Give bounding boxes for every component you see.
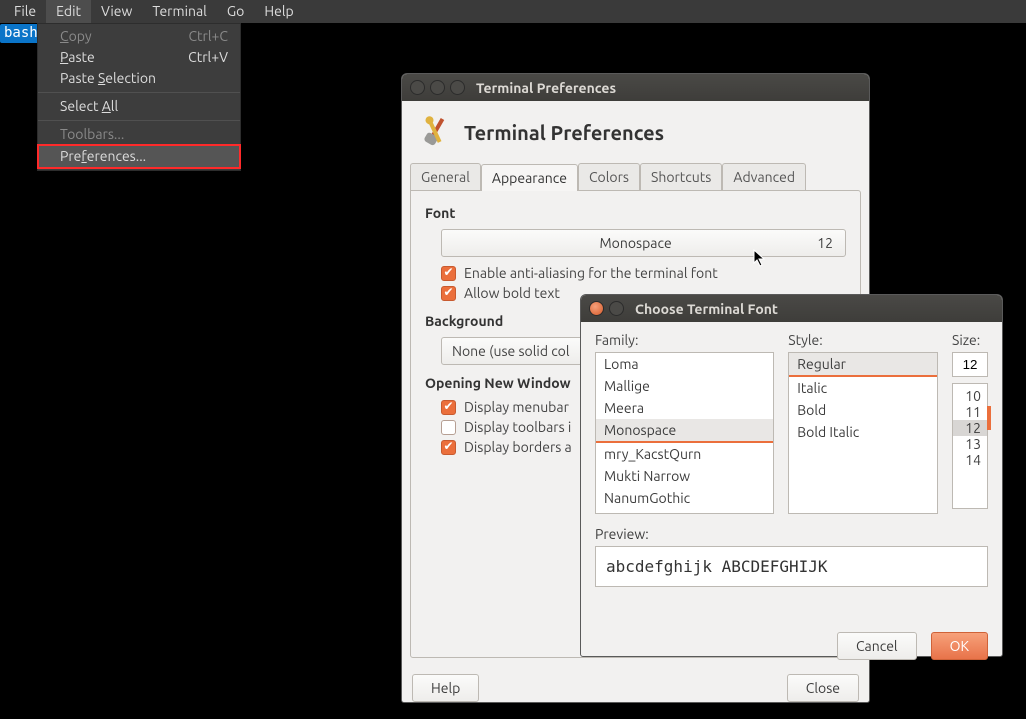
size-label: Size: xyxy=(952,332,988,348)
menu-terminal[interactable]: Terminal xyxy=(142,0,217,23)
size-item[interactable]: 11 xyxy=(953,404,987,420)
size-item[interactable]: 14 xyxy=(953,452,987,468)
display-menubar-checkbox[interactable] xyxy=(441,400,456,415)
anti-aliasing-checkbox[interactable] xyxy=(441,266,456,281)
window-close-icon[interactable] xyxy=(589,301,604,316)
menu-item-toolbars: Toolbars... xyxy=(38,124,240,145)
anti-aliasing-label: Enable anti-aliasing for the terminal fo… xyxy=(464,265,718,281)
size-listbox[interactable]: 1011121314 xyxy=(952,383,988,509)
font-name: Monospace xyxy=(454,235,817,251)
font-dialog-window: Choose Terminal Font Family: LomaMallige… xyxy=(580,294,1003,657)
ok-button[interactable]: OK xyxy=(931,632,988,660)
font-dialog-window-title: Choose Terminal Font xyxy=(635,301,778,317)
size-item[interactable]: 12 xyxy=(953,420,987,436)
menu-separator xyxy=(38,92,240,93)
menu-help[interactable]: Help xyxy=(254,0,303,23)
bold-text-label: Allow bold text xyxy=(464,285,560,301)
font-dialog-titlebar[interactable]: Choose Terminal Font xyxy=(581,295,1002,322)
style-item[interactable]: Italic xyxy=(789,377,937,399)
style-item[interactable]: Bold Italic xyxy=(789,421,937,443)
close-button[interactable]: Close xyxy=(787,674,859,702)
family-item[interactable]: Mukti Narrow xyxy=(596,465,773,487)
family-item[interactable]: mry_KacstQurn xyxy=(596,443,773,465)
menu-item-paste-selection[interactable]: Paste Selection xyxy=(38,68,240,89)
tab-colors[interactable]: Colors xyxy=(578,163,640,190)
display-toolbars-checkbox[interactable] xyxy=(441,420,456,435)
display-borders-label: Display borders a xyxy=(464,439,572,455)
window-maximize-icon[interactable] xyxy=(450,80,465,95)
menu-view[interactable]: View xyxy=(91,0,142,23)
display-menubar-label: Display menubar xyxy=(464,399,569,415)
menu-item-select-all[interactable]: Select All xyxy=(38,96,240,117)
font-dialog-footer: Cancel OK xyxy=(581,622,1002,670)
style-item[interactable]: Bold xyxy=(789,399,937,421)
font-chooser-button[interactable]: Monospace 12 xyxy=(441,229,846,257)
font-size: 12 xyxy=(817,235,833,251)
menu-item-paste[interactable]: PasteCtrl+V xyxy=(38,47,240,68)
display-borders-checkbox[interactable] xyxy=(441,440,456,455)
preferences-tabstrip: GeneralAppearanceColorsShortcutsAdvanced xyxy=(410,163,861,190)
preferences-window-title: Terminal Preferences xyxy=(476,80,616,96)
font-section-label: Font xyxy=(425,205,846,221)
cancel-button[interactable]: Cancel xyxy=(837,632,917,660)
preferences-footer: Help Close xyxy=(402,666,869,710)
edit-dropdown-menu: CopyCtrl+CPasteCtrl+VPaste Selection Sele… xyxy=(37,23,241,171)
window-minimize-icon[interactable] xyxy=(430,80,445,95)
family-item[interactable]: NanumGothic xyxy=(596,487,773,509)
family-item[interactable]: Monospace xyxy=(596,419,773,443)
font-preview: abcdefghijk ABCDEFGHIJK xyxy=(595,546,988,587)
style-label: Style: xyxy=(788,332,938,348)
display-toolbars-label: Display toolbars i xyxy=(464,419,571,435)
size-item[interactable]: 10 xyxy=(953,388,987,404)
family-listbox[interactable]: LomaMalligeMeeraMonospacemry_KacstQurnMu… xyxy=(595,352,774,514)
family-item[interactable]: Meera xyxy=(596,397,773,419)
help-button[interactable]: Help xyxy=(412,674,479,702)
window-close-icon[interactable] xyxy=(410,80,425,95)
tab-appearance[interactable]: Appearance xyxy=(481,164,578,191)
preferences-header: Terminal Preferences xyxy=(402,101,869,163)
bold-text-checkbox[interactable] xyxy=(441,286,456,301)
family-label: Family: xyxy=(595,332,774,348)
menu-file[interactable]: File xyxy=(4,0,46,23)
bash-badge: bash xyxy=(0,24,42,43)
preferences-titlebar[interactable]: Terminal Preferences xyxy=(402,74,869,101)
tab-general[interactable]: General xyxy=(410,163,481,190)
family-item[interactable]: Loma xyxy=(596,353,773,375)
tab-shortcuts[interactable]: Shortcuts xyxy=(640,163,722,190)
preview-label: Preview: xyxy=(595,526,988,542)
menu-item-copy: CopyCtrl+C xyxy=(38,26,240,47)
app-menubar: FileEditViewTerminalGoHelp xyxy=(0,0,1026,23)
tools-icon xyxy=(416,113,454,151)
size-item[interactable]: 13 xyxy=(953,436,987,452)
preferences-header-title: Terminal Preferences xyxy=(464,121,664,144)
size-input[interactable] xyxy=(952,352,988,377)
menu-separator xyxy=(38,120,240,121)
tab-advanced[interactable]: Advanced xyxy=(722,163,806,190)
style-item[interactable]: Regular xyxy=(789,353,937,377)
window-minimize-icon[interactable] xyxy=(609,301,624,316)
style-listbox[interactable]: RegularItalicBoldBold Italic xyxy=(788,352,938,514)
family-item[interactable]: Mallige xyxy=(596,375,773,397)
menu-go[interactable]: Go xyxy=(217,0,254,23)
menu-edit[interactable]: Edit xyxy=(46,0,91,23)
menu-item-preferences[interactable]: Preferences... xyxy=(37,144,241,169)
